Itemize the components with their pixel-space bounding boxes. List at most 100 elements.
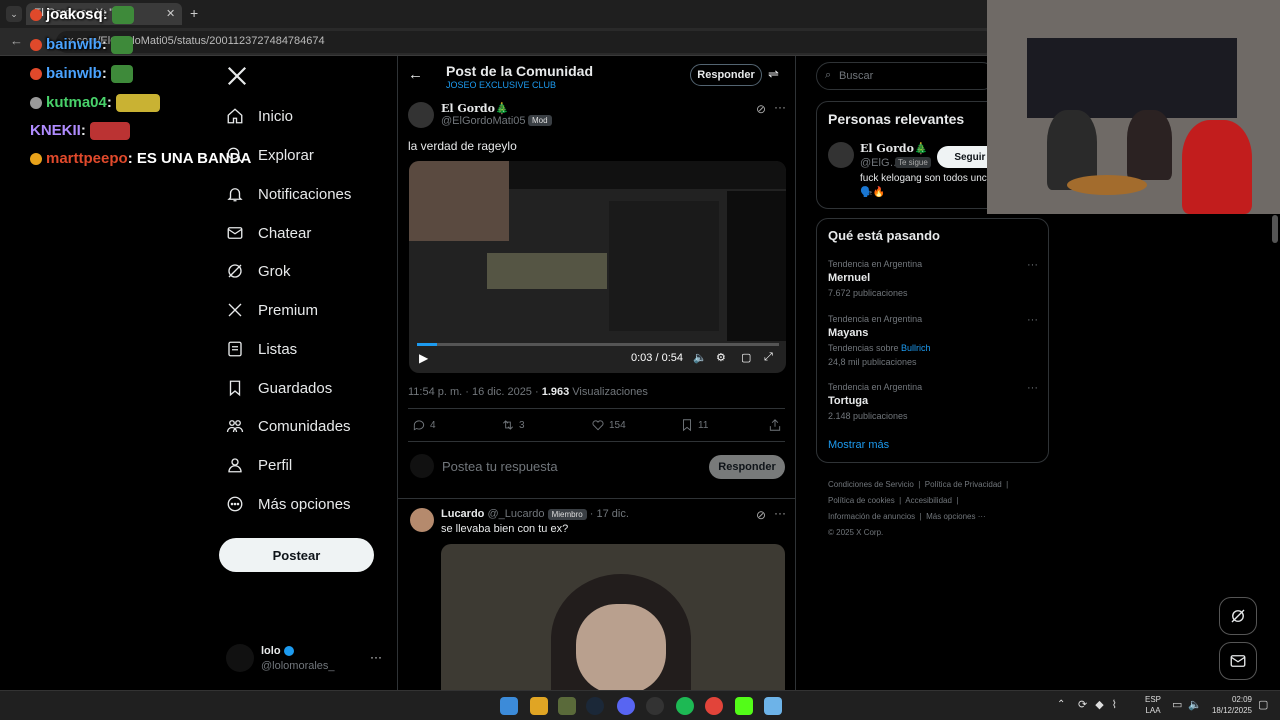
nav-item-notificaciones[interactable]: Notificaciones [226,179,386,209]
fullscreen-icon[interactable]: ⤢ [764,351,773,364]
nav-item-explorar[interactable]: Explorar [226,140,386,170]
start-icon[interactable] [500,697,518,715]
clock[interactable]: 02:09 18/12/2025 [1208,694,1252,716]
discord-icon[interactable] [617,697,635,715]
volume-icon[interactable]: 🔈 [693,351,707,364]
post-button[interactable]: Postear [219,538,374,572]
nav-label: Listas [258,340,298,358]
reply-input[interactable]: Postea tu respuesta [442,459,558,474]
trend-count: 24,8 mil publicaciones [828,357,917,367]
network-volume-icons[interactable]: ▭🔈 [1172,698,1208,711]
account-more-icon[interactable]: ··· [370,650,382,664]
bookmark-icon [229,380,241,397]
nav-item-listas[interactable]: Listas [226,334,386,364]
trends-panel: Qué está pasando Tendencia en Argentina … [816,218,1049,463]
grok-icon[interactable]: ⊘ [756,508,766,522]
author-handle[interactable]: @ElGordoMati05 [441,115,526,127]
account-avatar[interactable] [226,644,254,672]
chat-user: KNEKII [30,122,81,139]
reply-more-icon[interactable]: ··· [774,506,786,520]
settings-icon[interactable]: ⚙ [716,351,726,364]
show-more-link[interactable]: Mostrar más [828,439,889,451]
url-field[interactable]: x.com/ElGordoMati05/status/2001123727484… [56,31,996,53]
trend-more-icon[interactable]: ··· [1027,382,1038,394]
play-icon[interactable]: ▶ [419,351,428,365]
obs-icon[interactable] [646,697,664,715]
language-indicator[interactable]: ESP LAA [1145,694,1161,716]
trend-item[interactable]: Tendencia en Argentina Mayans Tendencias… [828,314,1038,367]
nav-label: Premium [258,301,319,319]
relevant-name[interactable]: El Gordo🎄 [860,142,928,155]
messages-fab[interactable] [1219,642,1257,680]
back-icon[interactable]: ← [10,33,23,48]
search-box[interactable]: ⌕ Buscar [816,62,996,90]
community-name[interactable]: JOSEO EXCLUSIVE CLUB [446,80,556,90]
trend-caption: Tendencia en Argentina [828,382,923,392]
settings-sliders-icon[interactable]: ⇌ [768,66,779,82]
chrome-icon[interactable] [705,697,723,715]
header-reply-button[interactable]: Responder [690,64,762,86]
back-arrow-icon[interactable]: ← [408,66,423,83]
nav-item-grok[interactable]: Grok [226,256,386,286]
grok-icon[interactable]: ⊘ [756,102,766,116]
account-name[interactable]: lolo [261,645,294,657]
notepad-icon[interactable] [764,697,782,715]
post-more-icon[interactable]: ··· [774,100,786,114]
tray-chevron-icon[interactable]: ⌃ [1057,699,1065,710]
video-player[interactable]: ▶ 0:03 / 0:54 🔈 ⚙ ▢ ⤢ [409,161,786,373]
trend-count: 7.672 publicaciones [828,288,908,298]
nav-item-comunidades[interactable]: Comunidades [226,411,386,441]
chat-user: bainwlb [46,65,102,82]
nav-item-mas-opciones[interactable]: Más opciones [226,489,386,519]
search-icon [227,147,243,163]
close-tab-icon[interactable]: ✕ [166,7,175,20]
trend-more-icon[interactable]: ··· [1027,314,1038,326]
spotify-icon[interactable] [676,697,694,715]
relevant-avatar[interactable] [828,142,854,168]
nav-item-premium[interactable]: Premium [226,295,386,325]
clock-time: 02:09 [1231,695,1252,704]
explorer-icon[interactable] [530,697,548,715]
nav-item-inicio[interactable]: Inicio [226,101,386,131]
repost-action[interactable]: 3 [501,418,525,432]
tab-list-button[interactable]: ⌄ [6,6,22,22]
app-icon[interactable] [558,697,576,715]
footer-line[interactable]: Condiciones de Servicio | Política de Pr… [828,477,1048,493]
people-icon [226,420,244,433]
reply-submit-button[interactable]: Responder [709,455,785,479]
emote-icon [89,122,130,141]
kick-icon[interactable] [735,697,753,715]
nav-item-perfil[interactable]: Perfil [226,450,386,480]
reply-image[interactable] [441,544,785,690]
steam-icon[interactable] [586,697,604,715]
nav-item-chatear[interactable]: Chatear [226,218,386,248]
share-action[interactable] [768,418,786,432]
x-logo-icon[interactable] [226,65,248,87]
trend-item[interactable]: Tendencia en Argentina Mernuel 7.672 pub… [828,259,1038,298]
nav-item-guardados[interactable]: Guardados [226,373,386,403]
footer-line[interactable]: Política de cookies | Accesibilidad | [828,493,1048,509]
nav-label: Notificaciones [258,185,352,203]
grok-fab[interactable] [1219,597,1257,635]
footer-line[interactable]: Información de anuncios | Más opciones ·… [828,509,1048,525]
reply-icon [413,420,425,431]
lang-layout: LAA [1145,706,1161,715]
author-avatar[interactable] [408,102,434,128]
trend-context-link[interactable]: Bullrich [901,343,931,353]
reply-author[interactable]: Lucardo @_Lucardo Miembro · 17 dic. [441,508,629,520]
reply-action[interactable]: 4 [412,418,436,432]
bookmark-action[interactable]: 11 [680,418,708,432]
notification-icon[interactable]: ▢ [1258,698,1268,711]
pip-icon[interactable]: ▢ [741,351,751,364]
trend-item[interactable]: Tendencia en Argentina Tortuga 2.148 pub… [828,382,1038,421]
video-progress-track[interactable] [417,343,779,346]
video-progress-fill [417,343,437,346]
author-name[interactable]: El Gordo🎄 [441,102,509,115]
like-action[interactable]: 154 [591,418,626,432]
page-scrollbar[interactable] [1272,215,1278,243]
new-tab-button[interactable]: + [190,5,198,21]
tray-icons[interactable]: ⟳◆⌇ [1078,698,1125,711]
trend-more-icon[interactable]: ··· [1027,259,1038,271]
lang-code: ESP [1145,695,1162,704]
reply-author-avatar[interactable] [410,508,434,532]
